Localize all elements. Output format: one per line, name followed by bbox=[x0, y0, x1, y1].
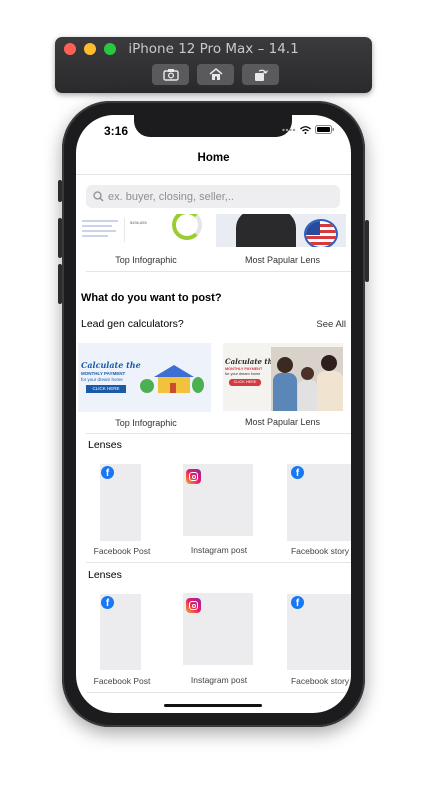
calc-line2: MONTHLY PAYMENT bbox=[81, 371, 126, 376]
facebook-story-label: Facebook story bbox=[290, 546, 350, 556]
home-button[interactable] bbox=[197, 64, 234, 85]
calc-2-caption: Most Papular Lens bbox=[244, 417, 321, 427]
app-screen: 3:16 Home ex. buyer, closing, seller,.. bbox=[76, 115, 351, 713]
post-section-title: What do you want to post? bbox=[81, 292, 222, 304]
calc-cta-button: CLICK HERE bbox=[86, 385, 126, 393]
status-icons bbox=[282, 125, 335, 134]
calculator-banner-1[interactable]: Calculate the MONTHLY PAYMENT for your d… bbox=[78, 343, 211, 412]
infographic-lines bbox=[82, 217, 122, 243]
instagram-icon bbox=[186, 469, 201, 484]
facebook-icon: f bbox=[101, 596, 114, 609]
calc2-line2: MONTHLY PAYMENT bbox=[225, 367, 263, 371]
signal-icon bbox=[282, 128, 296, 131]
donut-chart bbox=[172, 214, 202, 240]
facebook-post-label: Facebook Post bbox=[93, 546, 151, 556]
power-button bbox=[365, 220, 369, 282]
top-infographic-caption: Top Infographic bbox=[115, 255, 177, 265]
facebook-icon: f bbox=[291, 466, 304, 479]
wifi-icon bbox=[300, 125, 311, 134]
search-field[interactable]: ex. buyer, closing, seller,.. bbox=[86, 185, 340, 208]
see-all-link[interactable]: See All bbox=[316, 319, 346, 330]
house-illustration bbox=[140, 365, 204, 393]
calc2-line3: for your dream home bbox=[225, 372, 261, 376]
lenses-title-1: Lenses bbox=[88, 439, 122, 451]
most-popular-lens-thumb[interactable] bbox=[216, 214, 346, 247]
instagram-post-label: Instagram post bbox=[190, 545, 248, 555]
volume-up-button bbox=[58, 218, 62, 258]
divider bbox=[86, 433, 351, 434]
most-popular-lens-caption: Most Papular Lens bbox=[244, 255, 321, 265]
mute-switch bbox=[58, 180, 62, 202]
screenshot-button[interactable] bbox=[152, 64, 189, 85]
divider bbox=[86, 692, 351, 693]
notch bbox=[134, 115, 292, 137]
divider bbox=[86, 271, 351, 272]
facebook-post-label: Facebook Post bbox=[93, 676, 151, 686]
nav-divider bbox=[76, 174, 351, 175]
person-silhouette bbox=[236, 214, 296, 247]
home-icon bbox=[209, 68, 222, 80]
family-photo bbox=[271, 347, 343, 411]
divider bbox=[86, 562, 351, 563]
search-icon bbox=[93, 191, 104, 202]
status-time: 3:16 bbox=[104, 124, 129, 138]
search-placeholder: ex. buyer, closing, seller,.. bbox=[108, 190, 234, 203]
top-infographic-thumb[interactable]: $456,855 bbox=[78, 214, 205, 247]
calc2-line1: Calculate the bbox=[225, 357, 278, 366]
facebook-story-label: Facebook story bbox=[290, 676, 350, 686]
calc-1-caption: Top Infographic bbox=[115, 418, 177, 428]
rotate-button[interactable] bbox=[242, 64, 279, 85]
calc-line1: Calculate the bbox=[81, 360, 141, 370]
camera-icon bbox=[162, 69, 179, 81]
simulator-title: iPhone 12 Pro Max – 14.1 bbox=[128, 41, 299, 57]
calculator-banner-2[interactable]: Calculate the MONTHLY PAYMENT for your d… bbox=[223, 343, 343, 411]
volume-down-button bbox=[58, 264, 62, 304]
infographic-value: $456,855 bbox=[130, 220, 147, 225]
battery-icon bbox=[315, 125, 334, 134]
calc-line3: for your dream home bbox=[81, 377, 123, 382]
usa-flag-badge bbox=[304, 219, 338, 247]
page-title: Home bbox=[197, 152, 230, 164]
rotate-icon bbox=[254, 69, 268, 81]
instagram-post-label: Instagram post bbox=[190, 675, 248, 685]
calc2-cta-button: CLICK HERE bbox=[229, 379, 261, 386]
lenses-title-2: Lenses bbox=[88, 569, 122, 581]
calculators-title: Lead gen calculators? bbox=[81, 318, 184, 330]
simulator-toolbar: iPhone 12 Pro Max – 14.1 bbox=[55, 37, 372, 93]
facebook-icon: f bbox=[101, 466, 114, 479]
instagram-icon bbox=[186, 598, 201, 613]
home-indicator[interactable] bbox=[164, 704, 262, 707]
facebook-icon: f bbox=[291, 596, 304, 609]
